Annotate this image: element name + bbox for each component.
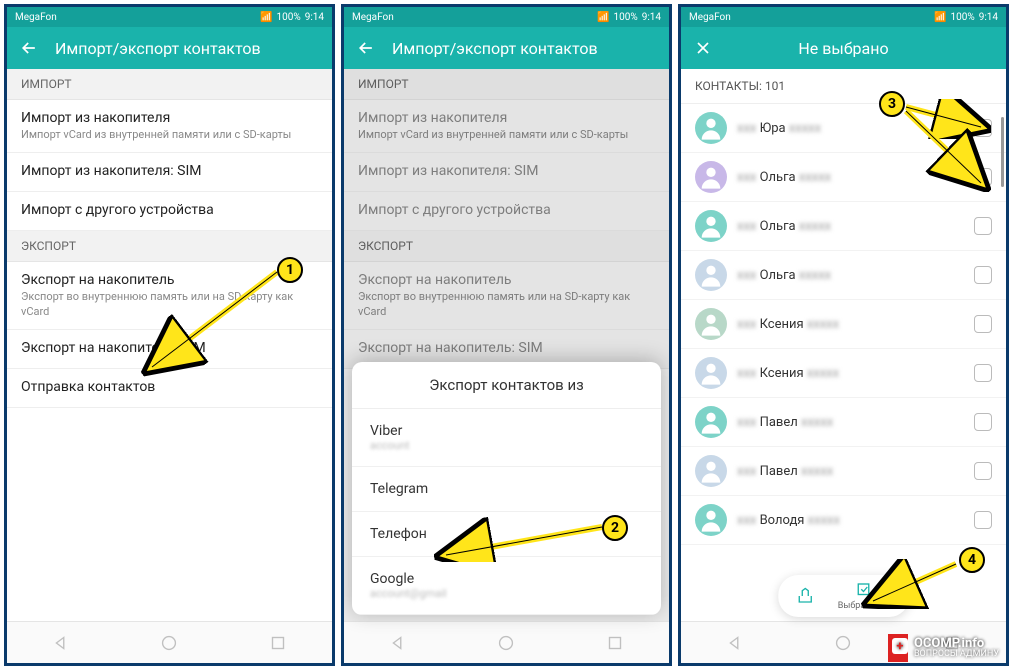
contact-row[interactable]: xxx Ксения xxxxx xyxy=(681,300,1006,349)
screen-1: MegaFon 📶100%9:14 Импорт/экспорт контакт… xyxy=(4,4,335,666)
annotation-badge-4: 4 xyxy=(959,547,985,573)
status-bar: MegaFon 📶100%9:14 xyxy=(7,7,332,27)
app-bar: Не выбрано xyxy=(681,27,1006,69)
screen-2: MegaFon 📶100%9:14 Импорт/экспорт контакт… xyxy=(341,4,672,666)
avatar-icon xyxy=(695,357,727,389)
checkbox[interactable] xyxy=(974,364,992,382)
item-export-sim[interactable]: Экспорт на накопитель: SIM xyxy=(7,330,332,369)
sheet-option-google[interactable]: Googleaccount@gmail xyxy=(352,557,661,615)
close-icon[interactable] xyxy=(693,38,713,58)
contact-name: xxx Володя xxxxx xyxy=(737,513,974,528)
avatar-icon xyxy=(695,308,727,340)
scrollbar-indicator[interactable] xyxy=(1001,117,1004,187)
nav-home-icon[interactable] xyxy=(832,632,854,654)
select-all-button[interactable]: Выбрать все xyxy=(838,581,891,611)
avatar-icon xyxy=(695,406,727,438)
nav-recent-icon[interactable] xyxy=(604,632,626,654)
contact-row[interactable]: xxx Ольга xxxxx xyxy=(681,251,1006,300)
nav-home-icon[interactable] xyxy=(495,632,517,654)
back-icon[interactable] xyxy=(356,38,376,58)
contact-row[interactable]: xxx Володя xxxxx xyxy=(681,496,1006,545)
nav-recent-icon[interactable] xyxy=(267,632,289,654)
contact-name: xxx Юра xxxxx xyxy=(737,121,974,136)
item-import-storage[interactable]: Импорт из накопителя Импорт vCard из вну… xyxy=(7,100,332,153)
avatar-icon xyxy=(695,455,727,487)
annotation-badge-3: 3 xyxy=(879,91,905,117)
contact-row[interactable]: xxx Павел xxxxx xyxy=(681,398,1006,447)
contacts-count: КОНТАКТЫ: 101 xyxy=(681,69,1006,104)
contact-name: xxx Павел xxxxx xyxy=(737,464,974,479)
watermark: + OCOMP.info ВОПРОСЫ АДМИНУ xyxy=(888,634,1005,662)
checkbox[interactable] xyxy=(974,462,992,480)
contact-row[interactable]: xxx Ксения xxxxx xyxy=(681,349,1006,398)
item-import-sim[interactable]: Импорт из накопителя: SIM xyxy=(7,153,332,192)
checkbox[interactable] xyxy=(974,168,992,186)
screen-title: Импорт/экспорт контактов xyxy=(392,39,598,58)
contact-name: xxx Ксения xxxxx xyxy=(737,366,974,381)
nav-back-icon[interactable] xyxy=(387,632,409,654)
screen-title: Не выбрано xyxy=(729,39,958,58)
sheet-option-telegram[interactable]: Telegram xyxy=(352,467,661,512)
app-bar: Импорт/экспорт контактов xyxy=(7,27,332,69)
screen-title: Импорт/экспорт контактов xyxy=(55,39,261,58)
contact-name: xxx Павел xxxxx xyxy=(737,415,974,430)
contact-name: xxx Ксения xxxxx xyxy=(737,317,974,332)
contact-row[interactable]: xxx Павел xxxxx xyxy=(681,447,1006,496)
nav-bar xyxy=(344,621,669,663)
avatar-icon xyxy=(695,259,727,291)
nav-home-icon[interactable] xyxy=(158,632,180,654)
app-bar: Импорт/экспорт контактов xyxy=(344,27,669,69)
checkbox[interactable] xyxy=(974,266,992,284)
export-source-sheet: Экспорт контактов из Viberaccount Telegr… xyxy=(352,362,661,615)
checkbox[interactable] xyxy=(974,413,992,431)
bottom-action-bar: Выбрать все xyxy=(778,575,909,617)
annotation-badge-2: 2 xyxy=(602,515,628,541)
contact-row[interactable]: xxx Ольга xxxxx xyxy=(681,153,1006,202)
item-send-contacts[interactable]: Отправка контактов xyxy=(7,369,332,408)
checkbox[interactable] xyxy=(974,217,992,235)
nav-bar xyxy=(7,621,332,663)
avatar-icon xyxy=(695,112,727,144)
status-bar: MegaFon 📶100%9:14 xyxy=(344,7,669,27)
annotation-badge-1: 1 xyxy=(277,257,303,283)
avatar-icon xyxy=(695,161,727,193)
sheet-option-viber[interactable]: Viberaccount xyxy=(352,409,661,467)
contacts-list[interactable]: xxx Юра xxxxx xxx Ольга xxxxx xxx Ольга … xyxy=(681,104,1006,621)
checkbox[interactable] xyxy=(974,119,992,137)
contact-name: xxx Ольга xxxxx xyxy=(737,219,974,234)
contact-row[interactable]: xxx Юра xxxxx xyxy=(681,104,1006,153)
contact-name: xxx Ольга xxxxx xyxy=(737,170,974,185)
back-icon[interactable] xyxy=(19,38,39,58)
checkbox[interactable] xyxy=(974,511,992,529)
avatar-icon xyxy=(695,504,727,536)
status-bar: MegaFon 📶100%9:14 xyxy=(681,7,1006,27)
item-import-device[interactable]: Импорт с другого устройства xyxy=(7,192,332,231)
section-import: ИМПОРТ xyxy=(7,69,332,100)
screen-3: MegaFon 📶100%9:14 Не выбрано КОНТАКТЫ: 1… xyxy=(678,4,1009,666)
avatar-icon xyxy=(695,210,727,242)
nav-back-icon[interactable] xyxy=(724,632,746,654)
sheet-title: Экспорт контактов из xyxy=(352,362,661,409)
checkbox[interactable] xyxy=(974,315,992,333)
nav-back-icon[interactable] xyxy=(50,632,72,654)
share-button[interactable] xyxy=(796,587,814,605)
contact-name: xxx Ольга xxxxx xyxy=(737,268,974,283)
contact-row[interactable]: xxx Ольга xxxxx xyxy=(681,202,1006,251)
